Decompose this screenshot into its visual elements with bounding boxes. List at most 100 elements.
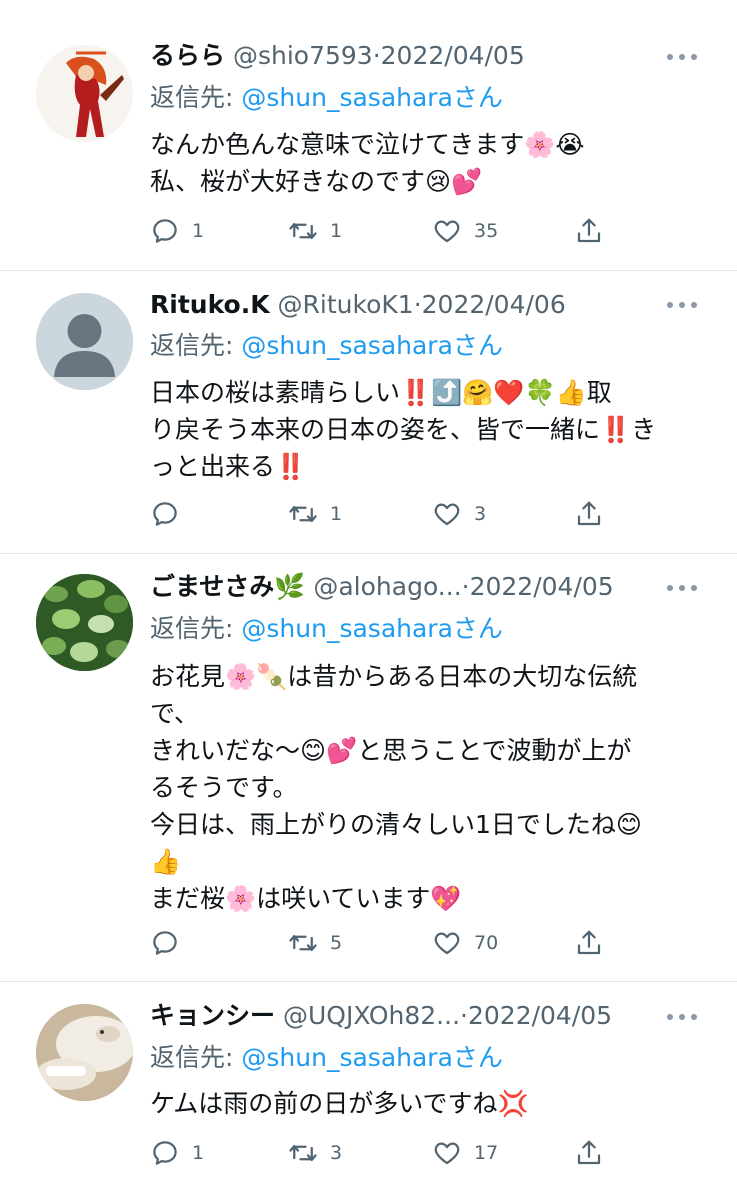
user-handle[interactable]: @RitukoK1 xyxy=(278,290,414,319)
avatar[interactable] xyxy=(36,1004,133,1101)
reply-count: 1 xyxy=(192,1142,205,1164)
reply-button[interactable]: 1 xyxy=(150,214,204,248)
heart-icon xyxy=(434,503,460,526)
reply-prefix: 返信先: xyxy=(150,331,234,360)
reply-icon xyxy=(153,219,177,243)
avatar[interactable] xyxy=(36,293,133,390)
retweet-icon xyxy=(289,223,317,239)
tweet-text-line: 私、桜が大好きなのです😢💕 xyxy=(150,167,483,196)
reply-suffix: さん xyxy=(452,614,503,643)
tweet-text: なんか色んな意味で泣けてきます🌸😭 私、桜が大好きなのです😢💕 xyxy=(150,126,710,200)
tweet[interactable]: キョンシー @UQJXOh82...·2022/04/05 返信先: @shun… xyxy=(0,982,737,1200)
display-name[interactable]: Rituko.K xyxy=(150,290,270,319)
separator-dot: · xyxy=(461,572,470,601)
tweet-text-line: るそうです。 xyxy=(150,773,298,802)
tweet-text-line: り戻そう本来の日本の姿を、皆で一緒に‼️き xyxy=(150,415,657,444)
share-button[interactable] xyxy=(574,214,604,248)
tweet-date[interactable]: 2022/04/06 xyxy=(422,290,566,319)
reply-to-line: 返信先: @shun_sasaharaさん xyxy=(150,331,503,361)
retweet-count: 3 xyxy=(330,1142,343,1164)
more-options-icon[interactable] xyxy=(667,53,697,61)
tweet[interactable]: ごませさみ🌿 @alohago...·2022/04/05 返信先: @shun… xyxy=(0,554,737,982)
share-button[interactable] xyxy=(574,926,604,960)
tweet-header: キョンシー @UQJXOh82...·2022/04/05 xyxy=(150,1001,679,1031)
reply-mention-link[interactable]: @shun_sasahara xyxy=(241,614,453,643)
reply-button[interactable]: 1 xyxy=(150,1136,204,1170)
user-handle[interactable]: @shio7593 xyxy=(233,41,373,70)
heart-icon xyxy=(434,1142,460,1165)
tweet-text-line: お花見🌸🍡は昔からある日本の大切な伝統 xyxy=(150,662,638,691)
reply-prefix: 返信先: xyxy=(150,83,234,112)
retweet-icon xyxy=(289,506,317,522)
reply-count: 1 xyxy=(192,220,205,242)
reply-button[interactable] xyxy=(150,926,192,960)
tweet-actions: 1 3 17 xyxy=(150,1136,620,1170)
tweet-header: るらら @shio7593·2022/04/05 xyxy=(150,41,679,71)
like-count: 70 xyxy=(474,932,499,954)
reply-icon xyxy=(153,931,177,955)
tweet-date[interactable]: 2022/04/05 xyxy=(468,1001,612,1030)
display-name[interactable]: ごませさみ🌿 xyxy=(150,572,305,601)
user-handle[interactable]: @UQJXOh82... xyxy=(283,1001,460,1030)
display-name[interactable]: るらら xyxy=(150,41,225,70)
reply-to-line: 返信先: @shun_sasaharaさん xyxy=(150,83,503,113)
retweet-icon xyxy=(289,935,317,951)
tweet-text-line: 日本の桜は素晴らしい‼️⤴️🤗❤️🍀👍取 xyxy=(150,378,612,407)
tweet-text-line: っと出来る‼️ xyxy=(150,452,307,481)
tweet-text-line: ケムは雨の前の日が多いですね💢 xyxy=(150,1089,529,1118)
user-handle[interactable]: @alohago... xyxy=(313,572,461,601)
share-button[interactable] xyxy=(574,497,604,531)
reply-mention-link[interactable]: @shun_sasahara xyxy=(241,331,453,360)
tweet-actions: 1 1 35 xyxy=(150,214,620,248)
heart-icon xyxy=(434,932,460,955)
like-count: 17 xyxy=(474,1142,499,1164)
more-options-icon[interactable] xyxy=(667,584,697,592)
like-button[interactable]: 70 xyxy=(432,926,498,960)
like-count: 35 xyxy=(474,220,499,242)
retweet-icon xyxy=(289,1145,317,1161)
tweet-text: ケムは雨の前の日が多いですね💢 xyxy=(150,1085,710,1122)
reply-to-line: 返信先: @shun_sasaharaさん xyxy=(150,614,503,644)
reply-suffix: さん xyxy=(452,83,503,112)
tweet[interactable]: るらら @shio7593·2022/04/05 返信先: @shun_sasa… xyxy=(0,0,737,271)
reply-mention-link[interactable]: @shun_sasahara xyxy=(241,1043,453,1072)
share-icon xyxy=(577,930,601,955)
retweet-count: 1 xyxy=(330,503,343,525)
like-count: 3 xyxy=(474,503,487,525)
retweet-button[interactable]: 5 xyxy=(288,926,342,960)
tweet-date[interactable]: 2022/04/05 xyxy=(381,41,525,70)
avatar[interactable] xyxy=(36,45,133,142)
like-button[interactable]: 35 xyxy=(432,214,498,248)
like-button[interactable]: 17 xyxy=(432,1136,498,1170)
reply-suffix: さん xyxy=(452,1043,503,1072)
separator-dot: · xyxy=(413,290,422,319)
retweet-button[interactable]: 1 xyxy=(288,497,342,531)
more-options-icon[interactable] xyxy=(667,301,697,309)
tweet[interactable]: Rituko.K @RitukoK1·2022/04/06 返信先: @shun… xyxy=(0,271,737,554)
separator-dot: · xyxy=(372,41,381,70)
reply-icon xyxy=(153,1141,177,1165)
reply-mention-link[interactable]: @shun_sasahara xyxy=(241,83,453,112)
tweet-text: 日本の桜は素晴らしい‼️⤴️🤗❤️🍀👍取 り戻そう本来の日本の姿を、皆で一緒に‼… xyxy=(150,374,710,485)
avatar[interactable] xyxy=(36,574,133,671)
tweet-date[interactable]: 2022/04/05 xyxy=(470,572,614,601)
more-options-icon[interactable] xyxy=(667,1013,697,1021)
retweet-count: 5 xyxy=(330,932,343,954)
tweet-actions: 1 3 xyxy=(150,497,620,531)
tweet-text-line: まだ桜🌸は咲いています💖 xyxy=(150,884,462,913)
tweet-header: Rituko.K @RitukoK1·2022/04/06 xyxy=(150,290,679,320)
tweet-text-line: きれいだな〜😊💕と思うことで波動が上が xyxy=(150,736,632,765)
retweet-count: 1 xyxy=(330,220,343,242)
reply-prefix: 返信先: xyxy=(150,614,234,643)
reply-button[interactable] xyxy=(150,497,192,531)
tweet-text: お花見🌸🍡は昔からある日本の大切な伝統 で、 きれいだな〜😊💕と思うことで波動が… xyxy=(150,658,710,917)
share-icon xyxy=(577,218,601,243)
share-button[interactable] xyxy=(574,1136,604,1170)
like-button[interactable]: 3 xyxy=(432,497,486,531)
retweet-button[interactable]: 1 xyxy=(288,214,342,248)
display-name[interactable]: キョンシー xyxy=(150,1001,275,1030)
tweet-actions: 5 70 xyxy=(150,926,620,960)
reply-icon xyxy=(153,502,177,526)
retweet-button[interactable]: 3 xyxy=(288,1136,342,1170)
tweet-text-line: なんか色んな意味で泣けてきます🌸😭 xyxy=(150,130,585,159)
